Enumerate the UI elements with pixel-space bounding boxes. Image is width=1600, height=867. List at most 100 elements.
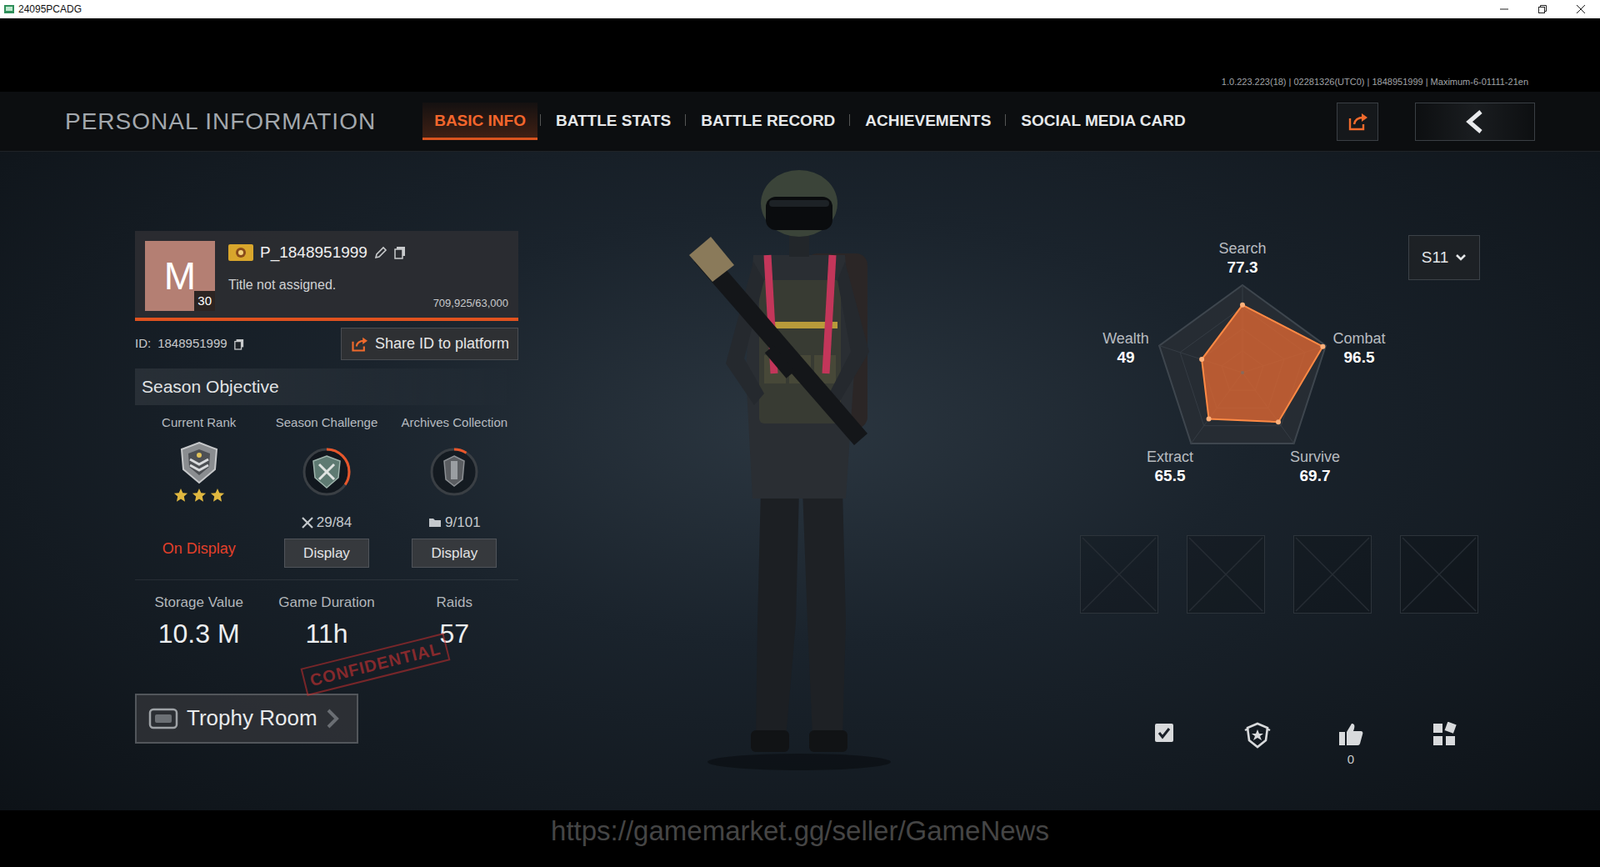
objective: Season Challenge 29/84 Display	[262, 413, 390, 569]
objective: Archives Collection 9/101 Display	[390, 413, 519, 569]
id-row: ID: 1848951999 Share ID to platform	[135, 327, 519, 360]
player-id: 1848951999	[157, 334, 227, 354]
trophy-room-icon	[148, 706, 179, 730]
stats-row: Storage Value10.3 MGame Duration11hRaids…	[135, 580, 519, 654]
badge-slot[interactable]	[1293, 535, 1372, 614]
axis-reading: 49	[1116, 348, 1135, 366]
apps-grid-icon	[1431, 721, 1457, 747]
flag-icon	[228, 244, 254, 261]
share-id-button[interactable]: Share ID to platform	[340, 327, 519, 360]
tab[interactable]: BASIC INFO	[422, 102, 538, 141]
minimize-icon[interactable]	[1485, 0, 1524, 19]
progress-ring	[426, 444, 482, 500]
close-icon[interactable]	[1561, 0, 1600, 19]
like-button[interactable]: 0	[1333, 721, 1369, 770]
radar-area	[1201, 305, 1323, 422]
axis-label: Search	[1218, 240, 1266, 257]
objective-label: Archives Collection	[401, 413, 509, 433]
pencil-icon[interactable]	[374, 245, 388, 260]
objective-label: Current Rank	[161, 413, 236, 433]
on-display-label: On Display	[162, 535, 236, 562]
share-icon[interactable]	[1336, 102, 1379, 141]
radar-chart: Search77.3Combat96.5Survive69.7Extract65…	[1080, 235, 1405, 494]
tab[interactable]: SOCIAL MEDIA CARD	[1009, 102, 1197, 141]
share-id-label: Share ID to platform	[375, 332, 510, 355]
badge-slot[interactable]	[1400, 535, 1479, 614]
copy-icon[interactable]	[394, 245, 406, 260]
axis-label: Extract	[1146, 448, 1194, 465]
game-window: 1.0.223.223(18) | 02281326(UTC0) | 18489…	[0, 18, 1600, 867]
tab[interactable]: ACHIEVEMENTS	[853, 102, 1003, 141]
check-button[interactable]	[1146, 721, 1182, 770]
name-row: P_1848951999	[228, 240, 509, 269]
like-count: 0	[1347, 746, 1355, 770]
swords-icon	[301, 516, 314, 529]
operator-model-icon	[674, 155, 925, 772]
star-icon	[191, 487, 207, 503]
display-button[interactable]: Display	[284, 538, 370, 569]
tab[interactable]: BATTLE RECORD	[689, 102, 847, 141]
objective-visual	[299, 436, 355, 507]
trophy-room-button[interactable]: Trophy Room	[135, 693, 359, 744]
back-arrow-icon[interactable]	[1415, 102, 1535, 141]
display-button[interactable]: Display	[411, 538, 497, 569]
stat-value: 11h	[262, 613, 390, 654]
empty-slot-icon	[1080, 535, 1158, 613]
badge-button[interactable]	[1240, 721, 1275, 770]
star-icon	[173, 487, 189, 503]
page-title: PERSONAL INFORMATION	[65, 104, 376, 140]
stat-label: Storage Value	[135, 591, 263, 614]
season-value: S11	[1421, 245, 1449, 270]
attributes-panel: Search77.3Combat96.5Survive69.7Extract65…	[1080, 151, 1480, 810]
badge-slot[interactable]	[1186, 535, 1265, 614]
trophy-room-label: Trophy Room	[186, 701, 318, 735]
stat-value: 10.3 M	[135, 613, 263, 654]
stat: Storage Value10.3 M	[135, 591, 263, 654]
count-text: 9/101	[445, 511, 481, 534]
action-bar: 0	[1080, 721, 1480, 770]
chevron-right-icon	[325, 707, 340, 730]
radar-point	[1275, 419, 1281, 425]
empty-slot-icon	[1400, 535, 1478, 613]
objective-count: 29/84	[301, 511, 353, 534]
id-info: ID: 1848951999	[135, 334, 245, 354]
tab[interactable]: BATTLE STATS	[544, 102, 683, 141]
profile-card-body: M30P_1848951999Title not assigned.709,92…	[135, 230, 519, 318]
player-level: 30	[194, 290, 215, 312]
radar-point	[1320, 344, 1325, 350]
axis-reading: 77.3	[1227, 258, 1259, 276]
window-title: 24095PCADG	[15, 1, 82, 17]
season-select[interactable]: S11	[1408, 235, 1480, 280]
badge-slot[interactable]	[1080, 535, 1159, 614]
radar-row: Search77.3Combat96.5Survive69.7Extract65…	[1080, 235, 1480, 494]
radar-point	[1240, 302, 1245, 308]
main-area: M30P_1848951999Title not assigned.709,92…	[0, 151, 1600, 810]
caret-down-icon	[1455, 253, 1467, 262]
player-title: Title not assigned.	[228, 268, 509, 295]
radar-point	[1206, 416, 1212, 422]
axis-label: Combat	[1332, 330, 1385, 347]
tab-bar: BASIC INFOBATTLE STATSBATTLE RECORDACHIE…	[422, 102, 1198, 141]
count-text: 29/84	[316, 511, 353, 534]
id-label: ID:	[135, 334, 151, 354]
progress-arc	[431, 449, 477, 495]
app-icon	[3, 3, 15, 15]
objective-visual	[426, 436, 482, 507]
rank-stars	[173, 484, 225, 503]
footer-band: https://gamemarket.gg/seller/GameNews	[0, 810, 1600, 867]
empty-slot-icon	[1187, 535, 1265, 613]
copy-icon[interactable]	[234, 338, 245, 350]
objective-count: 9/101	[428, 511, 481, 534]
objective-grid: Current Rank On Display Season Challenge 29…	[135, 405, 519, 581]
share-icon	[350, 335, 369, 353]
restore-icon[interactable]	[1523, 0, 1562, 19]
stat: Game Duration11h	[262, 591, 390, 654]
objective-label: Season Challenge	[275, 413, 379, 433]
axis-label: Survive	[1290, 448, 1340, 465]
objective-visual	[173, 436, 225, 507]
avatar: M30	[145, 240, 215, 311]
empty-slot-icon	[1294, 535, 1371, 613]
axis-label: Wealth	[1102, 330, 1150, 347]
profile-panel: M30P_1848951999Title not assigned.709,92…	[135, 151, 519, 810]
apps-button[interactable]	[1426, 721, 1462, 770]
